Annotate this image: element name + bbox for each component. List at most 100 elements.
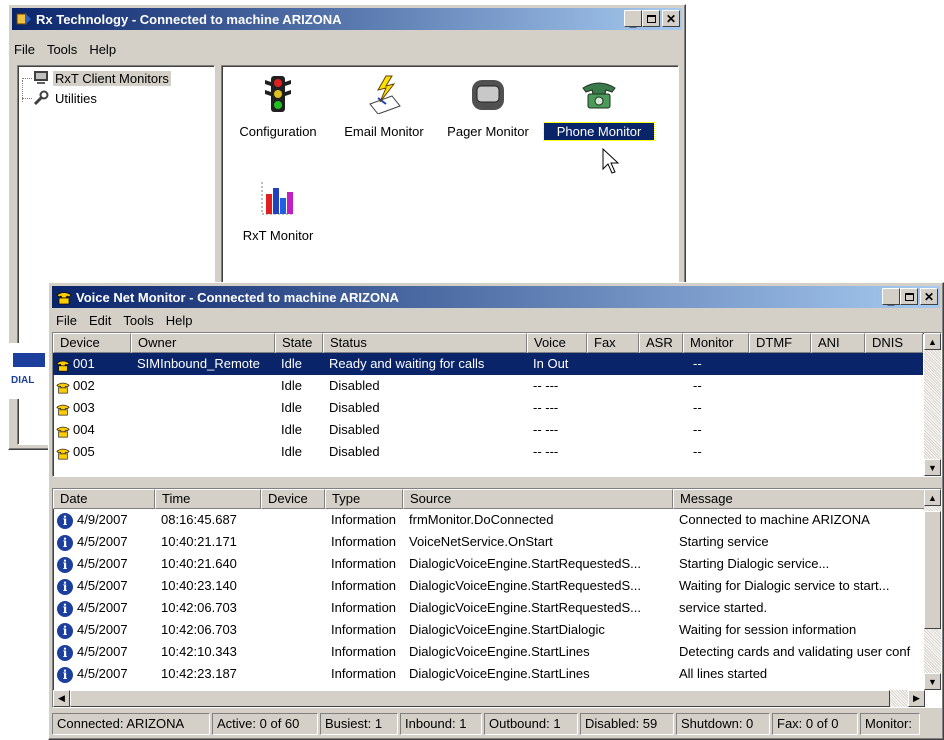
menu-help[interactable]: Help	[160, 313, 199, 328]
tree-item-rxt-client-monitors[interactable]: RxT Client Monitors	[22, 70, 171, 86]
col-header-time[interactable]: Time	[155, 489, 261, 509]
configuration-item[interactable]: Configuration	[230, 74, 326, 140]
close-button[interactable]: ✕	[662, 10, 680, 27]
log-row[interactable]: i 4/5/2007 10:42:06.703 Information Dialogic…	[53, 597, 925, 619]
col-header-ani[interactable]: ANI	[811, 333, 865, 353]
message-cell: service started.	[679, 600, 768, 615]
menu-tools[interactable]: Tools	[117, 313, 159, 328]
log-rows: i 4/9/2007 08:16:45.687 Information frmMonit…	[53, 509, 925, 689]
phone-icon	[55, 441, 71, 463]
pager-monitor-item[interactable]: Pager Monitor	[440, 74, 536, 140]
voice-cell: In Out	[533, 356, 569, 371]
col-header-fax[interactable]: Fax	[587, 333, 639, 353]
device-row[interactable]: 005 Idle Disabled -- --- --	[53, 441, 923, 463]
col-header-voice[interactable]: Voice	[527, 333, 587, 353]
message-cell: Connected to machine ARIZONA	[679, 512, 870, 527]
scroll-h-thumb[interactable]	[70, 690, 890, 707]
device-list[interactable]: Device Owner State Status Voice Fax ASR …	[52, 332, 942, 477]
device-row[interactable]: 003 Idle Disabled -- --- --	[53, 397, 923, 419]
log-list-h-scrollbar[interactable]: ◀ ▶	[53, 690, 925, 707]
col-header-date[interactable]: Date	[53, 489, 155, 509]
close-icon: ✕	[665, 11, 677, 26]
monitor-cell: --	[693, 378, 702, 393]
scroll-right-button[interactable]: ▶	[908, 690, 925, 707]
scroll-down-button[interactable]: ▼	[924, 459, 941, 476]
close-button[interactable]: ✕	[920, 288, 938, 305]
menu-file[interactable]: File	[52, 313, 83, 328]
col-header-monitor[interactable]: Monitor	[683, 333, 749, 353]
minimize-button[interactable]: _	[624, 10, 642, 28]
scroll-left-button[interactable]: ◀	[53, 690, 70, 707]
source-cell: VoiceNetService.OnStart	[409, 534, 553, 549]
scroll-down-button[interactable]: ▼	[924, 673, 941, 690]
type-cell: Information	[331, 534, 397, 549]
rxt-monitor-item[interactable]: RxT Monitor	[230, 178, 326, 244]
phone-icon	[582, 82, 616, 109]
maximize-button[interactable]	[900, 288, 918, 305]
main-titlebar[interactable]: Rx Technology - Connected to machine ARI…	[12, 8, 682, 30]
type-cell: Information	[331, 644, 397, 659]
scroll-up-button[interactable]: ▲	[924, 333, 941, 350]
logo-bar	[13, 353, 45, 367]
minimize-button[interactable]: _	[882, 288, 900, 306]
phone-monitor-item[interactable]: Phone Monitor	[543, 74, 655, 141]
log-row[interactable]: i 4/5/2007 10:40:23.140 Information Dialogic…	[53, 575, 925, 597]
col-header-type[interactable]: Type	[325, 489, 403, 509]
device-row[interactable]: 004 Idle Disabled -- --- --	[53, 419, 923, 441]
menu-edit[interactable]: Edit	[83, 313, 117, 328]
col-header-dtmf[interactable]: DTMF	[749, 333, 811, 353]
vnm-titlebar[interactable]: Voice Net Monitor - Connected to machine…	[52, 286, 940, 308]
col-header-state[interactable]: State	[275, 333, 323, 353]
log-row[interactable]: i 4/9/2007 08:16:45.687 Information frmMonit…	[53, 509, 925, 531]
source-cell: DialogicVoiceEngine.StartRequestedS...	[409, 578, 641, 593]
col-header-source[interactable]: Source	[403, 489, 673, 509]
log-row[interactable]: i 4/5/2007 10:40:21.171 Information VoiceNet…	[53, 531, 925, 553]
status-fax: Fax: 0 of 0	[772, 713, 858, 735]
status-monitor: Monitor:	[860, 713, 920, 735]
log-row[interactable]: i 4/5/2007 10:42:10.343 Information Dialogic…	[53, 641, 925, 663]
scroll-thumb[interactable]	[924, 511, 941, 629]
menu-tools[interactable]: Tools	[41, 42, 83, 57]
status-cell: Disabled	[329, 378, 380, 393]
tree-item-utilities[interactable]: Utilities	[22, 90, 99, 106]
col-header-owner[interactable]: Owner	[131, 333, 275, 353]
col-header-device[interactable]: Device	[53, 333, 131, 353]
log-row[interactable]: i 4/5/2007 10:42:23.187 Information Dialogic…	[53, 663, 925, 685]
main-menubar: File Tools Help	[12, 39, 682, 59]
status-cell: Disabled	[329, 444, 380, 459]
info-icon: i	[57, 553, 73, 575]
info-icon: i	[57, 641, 73, 663]
device-row[interactable]: 001 SIMInbound_Remote Idle Ready and waitin…	[53, 353, 923, 375]
time-cell: 10:42:06.703	[161, 622, 237, 637]
scroll-up-button[interactable]: ▲	[924, 489, 941, 506]
date-cell: 4/5/2007	[77, 644, 128, 659]
col-header-status[interactable]: Status	[323, 333, 527, 353]
maximize-icon	[646, 14, 656, 23]
email-monitor-label: Email Monitor	[344, 124, 424, 139]
state-cell: Idle	[281, 422, 302, 437]
log-row[interactable]: i 4/5/2007 10:42:06.703 Information Dialogic…	[53, 619, 925, 641]
event-log-list[interactable]: Date Time Device Type Source Message i 4/…	[52, 488, 942, 708]
app-icon	[16, 13, 31, 25]
time-cell: 10:42:06.703	[161, 600, 237, 615]
maximize-button[interactable]	[642, 10, 660, 27]
device-cell: 002	[73, 378, 95, 393]
monitor-cell: --	[693, 400, 702, 415]
message-cell: All lines started	[679, 666, 768, 681]
log-list-scrollbar[interactable]: ▲ ▼	[924, 489, 941, 690]
col-header-dnis[interactable]: DNIS	[865, 333, 923, 353]
menu-file[interactable]: File	[12, 42, 41, 57]
source-cell: DialogicVoiceEngine.StartRequestedS...	[409, 600, 641, 615]
log-row[interactable]: i 4/5/2007 10:40:21.640 Information Dialogic…	[53, 553, 925, 575]
status-cell: Ready and waiting for calls	[329, 356, 485, 371]
device-row[interactable]: 002 Idle Disabled -- --- --	[53, 375, 923, 397]
email-monitor-item[interactable]: Email Monitor	[336, 74, 432, 140]
col-header-device[interactable]: Device	[261, 489, 325, 509]
state-cell: Idle	[281, 400, 302, 415]
type-cell: Information	[331, 622, 397, 637]
device-list-scrollbar[interactable]: ▲ ▼	[924, 333, 941, 476]
menu-help[interactable]: Help	[83, 42, 122, 57]
col-header-message[interactable]: Message	[673, 489, 925, 509]
col-header-asr[interactable]: ASR	[639, 333, 683, 353]
message-cell: Detecting cards and validating user conf	[679, 644, 911, 659]
